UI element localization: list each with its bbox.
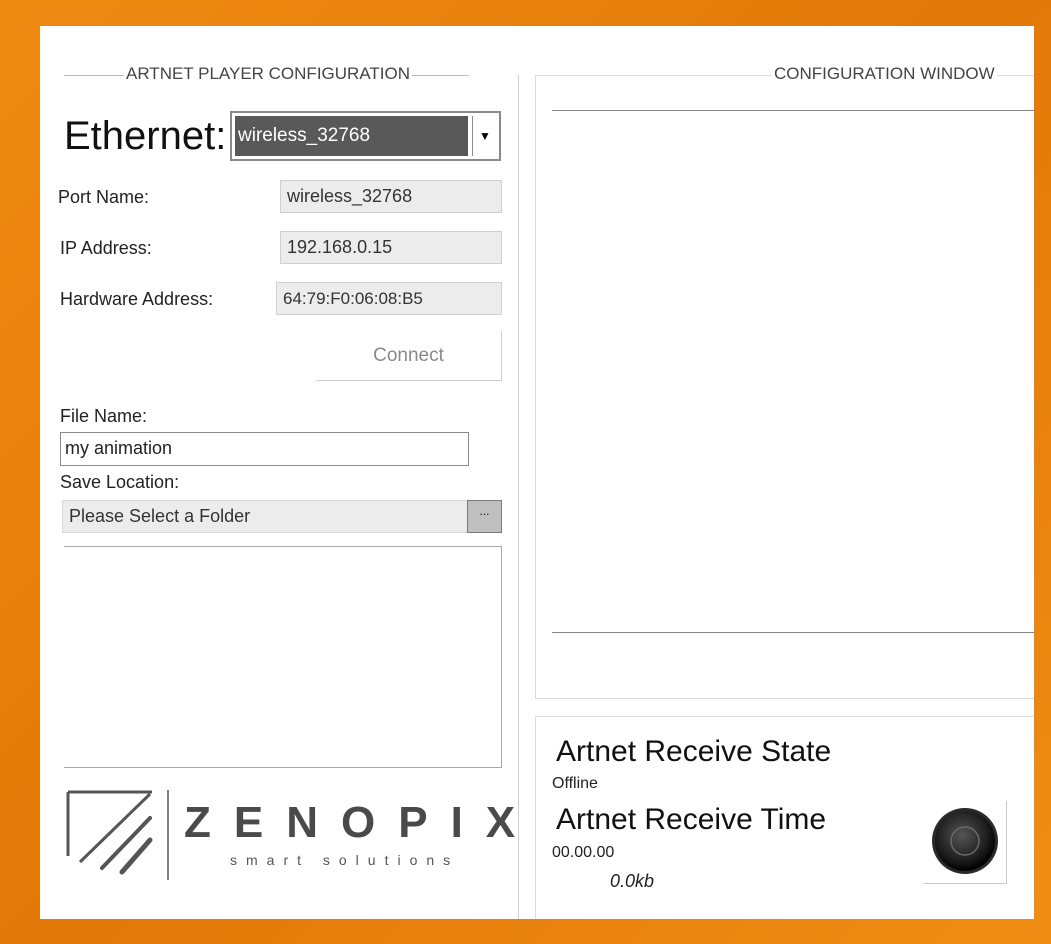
logo-name: ZENOPIX [184,798,539,847]
config-window-box [535,75,1034,699]
app-window: ARTNET PLAYER CONFIGURATION Ethernet: wi… [40,26,1034,919]
receive-time-value: 00.00.00 [552,844,615,861]
browse-folder-button[interactable]: ... [467,500,502,533]
config-window-bottom-rule [552,632,1034,633]
group-legend: ARTNET PLAYER CONFIGURATION [124,64,413,84]
ethernet-label: Ethernet: [64,114,227,158]
save-location-field: Please Select a Folder [62,500,470,533]
config-window-legend: CONFIGURATION WINDOW [772,64,997,84]
save-location-label: Save Location: [60,472,180,492]
ip-address-label: IP Address: [60,238,152,258]
ethernet-select-value: wireless_32768 [235,116,468,156]
data-size-value: 0.0kb [610,871,655,891]
ethernet-select[interactable]: wireless_32768 ▼ [230,111,501,161]
record-icon [932,808,998,874]
hardware-address-label: Hardware Address: [60,289,214,309]
config-window-top-rule [552,110,1034,111]
ip-address-field: 192.168.0.15 [280,231,502,264]
receive-state-title: Artnet Receive State [556,735,832,768]
hardware-address-field: 64:79:F0:06:08:B5 [276,282,502,315]
group-right-border [518,75,519,919]
logo-tagline: smart solutions [230,852,460,868]
connect-button[interactable]: Connect [316,331,502,381]
file-name-input[interactable]: my animation [60,432,469,466]
port-name-field: wireless_32768 [280,180,502,213]
record-button[interactable] [924,801,1007,884]
log-textarea[interactable] [64,546,502,768]
zenopix-logo: ZENOPIX smart solutions [66,788,515,888]
receive-time-title: Artnet Receive Time [556,803,827,836]
receive-state-value: Offline [552,775,598,792]
chevron-down-icon[interactable]: ▼ [472,116,497,156]
file-name-label: File Name: [60,406,148,426]
port-name-label: Port Name: [58,187,150,207]
